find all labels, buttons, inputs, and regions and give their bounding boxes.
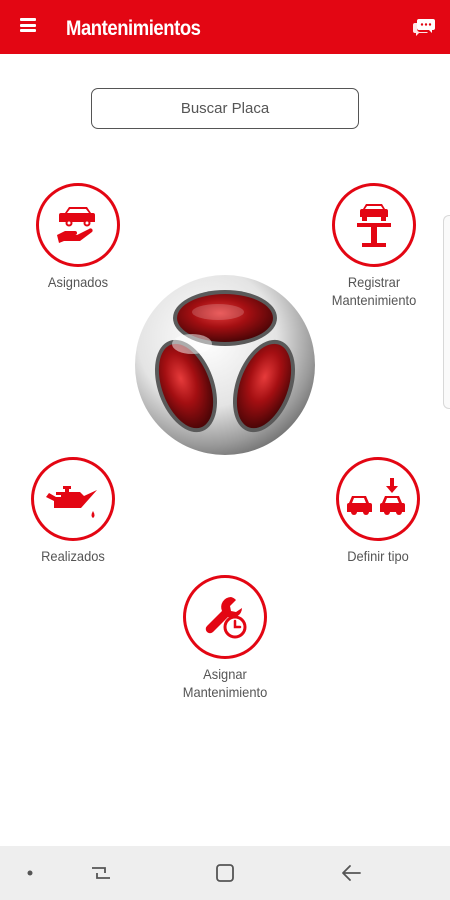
wrench-clock-icon — [205, 597, 247, 639]
search-plate-input[interactable] — [91, 88, 359, 129]
realizados-circle[interactable] — [31, 457, 115, 541]
hamburger-menu-icon[interactable] — [20, 18, 36, 32]
asignar-label: Asignar Mantenimiento — [182, 666, 268, 700]
top-app-bar: Mantenimientos — [0, 0, 450, 54]
home-square-icon[interactable] — [212, 860, 238, 886]
asignar-mantenimiento-button[interactable]: Asignar Mantenimiento — [150, 575, 300, 701]
registrar-mantenimiento-button[interactable]: Registrar Mantenimiento — [299, 183, 449, 309]
two-cars-arrow-icon — [347, 478, 405, 515]
back-arrow-icon[interactable] — [339, 860, 365, 886]
oil-can-icon — [46, 486, 97, 518]
car-in-hand-icon — [57, 207, 95, 243]
asignar-circle[interactable] — [183, 575, 267, 659]
realizados-label: Realizados — [41, 548, 105, 564]
realizados-button[interactable]: Realizados — [0, 457, 148, 565]
asignados-button[interactable]: Asignados — [3, 183, 153, 291]
red-sphere-logo-icon — [135, 275, 315, 455]
dot-icon[interactable] — [17, 860, 43, 886]
side-panel-handle[interactable] — [443, 215, 450, 409]
recent-apps-icon[interactable] — [88, 860, 114, 886]
registrar-circle[interactable] — [332, 183, 416, 267]
car-lift-icon — [357, 204, 391, 247]
app-screen: Mantenimientos Asignados — [0, 0, 450, 900]
definir-tipo-label: Definir tipo — [347, 548, 409, 564]
registrar-label: Registrar Mantenimiento — [331, 274, 417, 308]
asignados-label: Asignados — [47, 274, 109, 290]
definir-tipo-button[interactable]: Definir tipo — [303, 457, 450, 565]
definir-tipo-circle[interactable] — [336, 457, 420, 541]
page-title: Mantenimientos — [66, 17, 201, 40]
system-navigation-bar — [0, 846, 450, 900]
asignados-circle[interactable] — [36, 183, 120, 267]
chat-bubbles-icon[interactable] — [412, 17, 436, 37]
